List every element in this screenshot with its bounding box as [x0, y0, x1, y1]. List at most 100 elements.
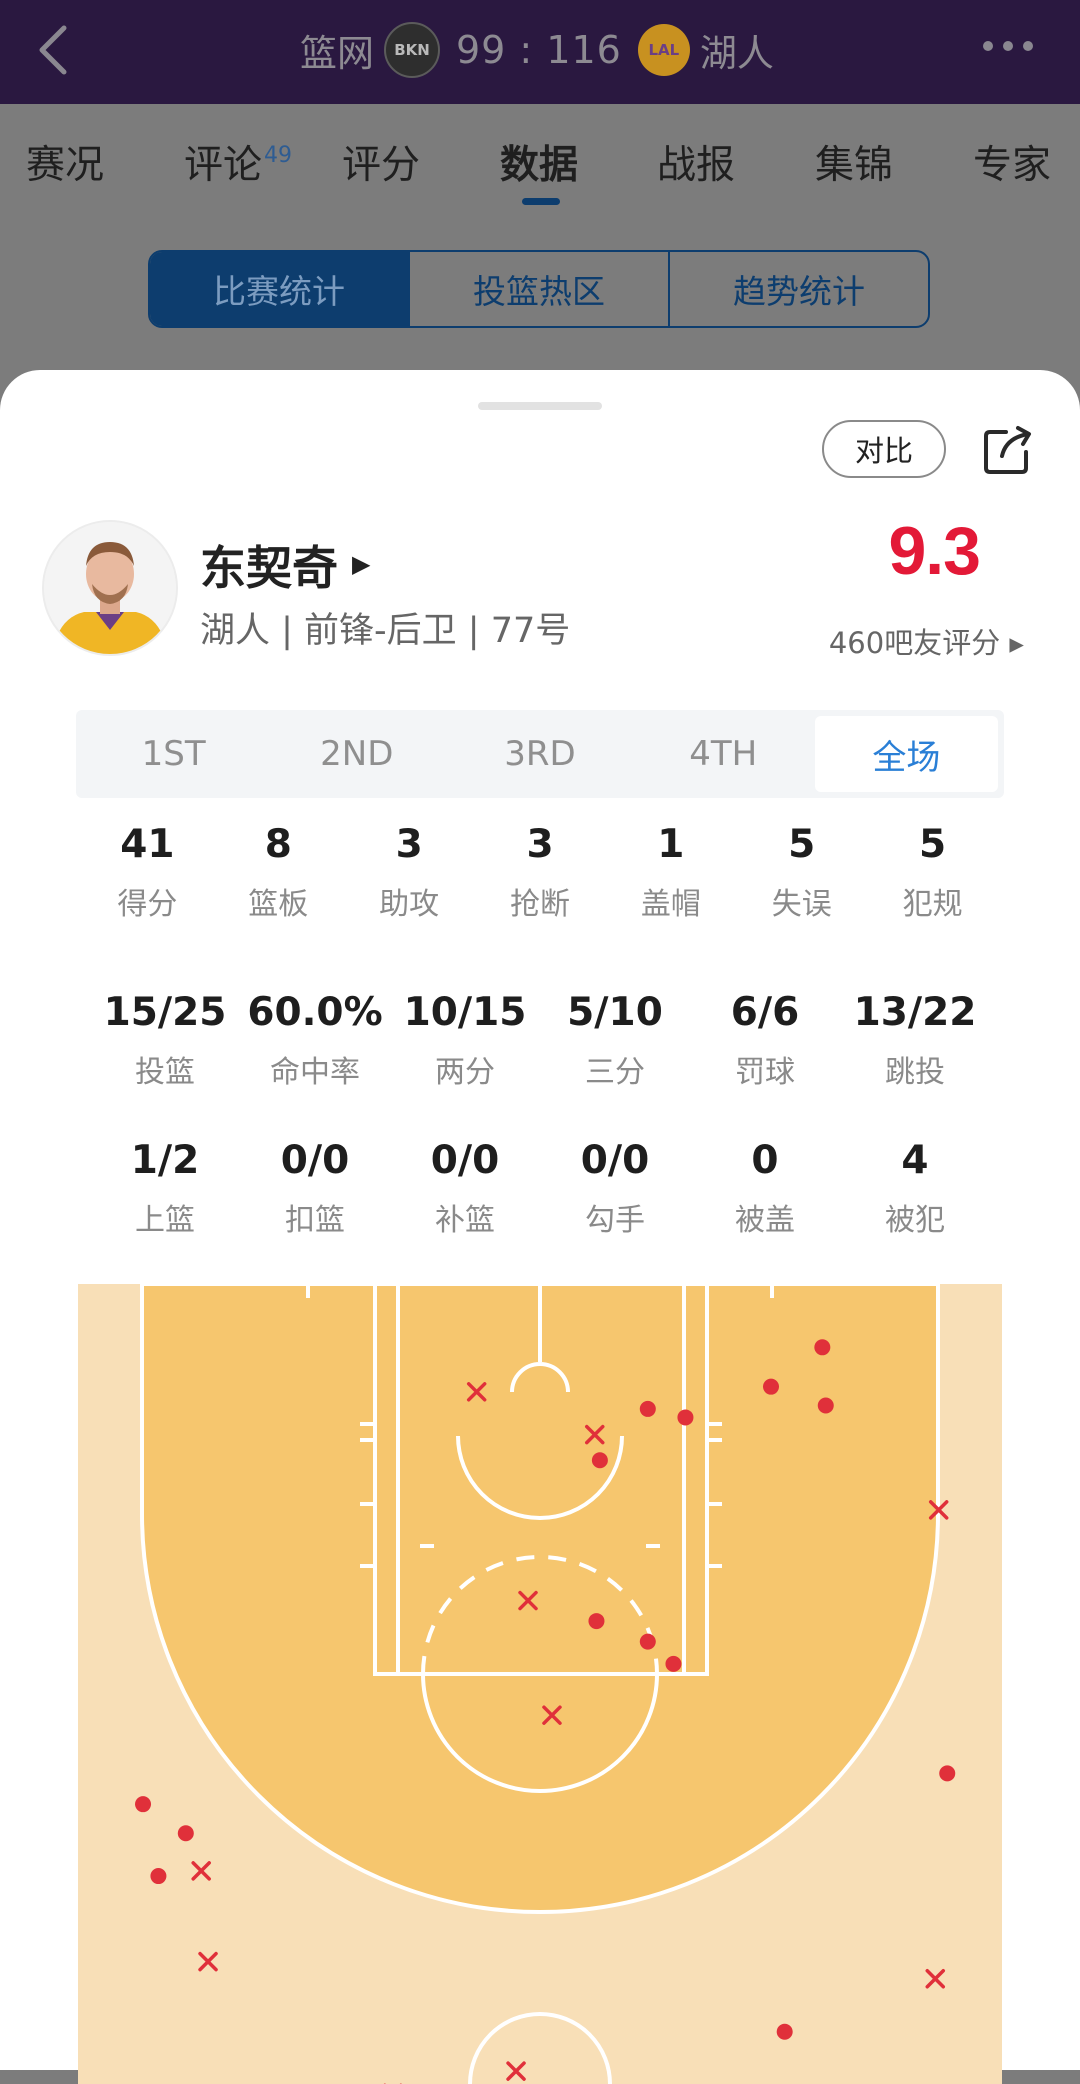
stat-label: 命中率 — [270, 1055, 360, 1090]
compare-button[interactable]: 对比 — [822, 420, 946, 478]
period-4th[interactable]: 4TH — [632, 716, 815, 792]
game-score: 99 : 116 — [456, 28, 622, 72]
stat-label: 罚球 — [735, 1055, 795, 1090]
nets-logo-icon: BKN — [384, 22, 440, 78]
stat-label: 投篮 — [135, 1055, 195, 1090]
stat-value: 1/2 — [130, 1138, 200, 1183]
active-tab-indicator — [522, 198, 560, 205]
segment-shot-zones[interactable]: 投篮热区 — [410, 252, 670, 326]
stat-steals: 3 抢断 — [475, 822, 606, 923]
top-bar: 篮网 BKN 99 : 116 LAL 湖人 — [0, 0, 1080, 104]
made-shot-marker — [588, 1613, 605, 1630]
period-2nd[interactable]: 2ND — [265, 716, 448, 792]
tab-ratings[interactable]: 评分 — [342, 134, 420, 190]
made-shot-marker — [639, 1633, 656, 1650]
made-shot-marker — [665, 1655, 682, 1672]
shot-type-stats-row: 1/2 上篮 0/0 扣篮 0/0 补篮 0/0 勾手 0 被盖 4 被犯 — [90, 1138, 990, 1239]
rating-count-link[interactable]: 460吧友评分 ▸ — [829, 620, 1024, 662]
stat-label: 被盖 — [735, 1203, 795, 1238]
period-full-game[interactable]: 全场 — [814, 716, 999, 792]
basic-stats-row: 41 得分 8 篮板 3 助攻 3 抢断 1 盖帽 5 失误 5 犯规 — [76, 822, 1004, 923]
stat-layups: 1/2 上篮 — [90, 1138, 240, 1239]
stat-label: 两分 — [435, 1055, 495, 1090]
stat-label: 篮板 — [248, 887, 309, 922]
player-detail-sheet: 对比 东契奇 ▶ 湖人 | 前锋-后卫 | 77号 9.3 460吧友评分 ▸ … — [0, 370, 1080, 2084]
stat-label: 得分 — [117, 887, 178, 922]
stat-value: 13/22 — [853, 990, 977, 1035]
main-tabs: 赛况 评论49 评分 数据 战报 集锦 专家 — [0, 104, 1080, 204]
stat-label: 犯规 — [902, 887, 963, 922]
stat-label: 三分 — [585, 1055, 645, 1090]
scoreboard: 篮网 BKN 99 : 116 LAL 湖人 — [300, 20, 774, 80]
made-shot-marker — [776, 2023, 793, 2040]
made-shot-marker — [814, 1339, 831, 1356]
stat-value: 5 — [919, 822, 947, 867]
stat-three-pointers: 5/10 三分 — [540, 990, 690, 1091]
stat-value: 3 — [526, 822, 554, 867]
chevron-left-icon[interactable] — [34, 22, 74, 78]
stat-assists: 3 助攻 — [344, 822, 475, 923]
stat-field-goals: 15/25 投篮 — [90, 990, 240, 1091]
player-rating: 9.3 — [888, 513, 981, 589]
stat-value: 4 — [901, 1138, 929, 1183]
player-info: 湖人 | 前锋-后卫 | 77号 — [200, 611, 571, 651]
made-shot-marker — [677, 1409, 694, 1426]
made-shot-marker — [135, 1796, 152, 1813]
tab-stats[interactable]: 数据 — [500, 134, 578, 190]
stat-hook-shots: 0/0 勾手 — [540, 1138, 690, 1239]
tab-comments[interactable]: 评论49 — [184, 134, 292, 190]
stat-fg-percentage: 60.0% 命中率 — [240, 990, 390, 1091]
stat-dunks: 0/0 扣篮 — [240, 1138, 390, 1239]
stat-value: 10/15 — [403, 990, 527, 1035]
segment-game-stats[interactable]: 比赛统计 — [150, 252, 410, 326]
tab-game[interactable]: 赛况 — [26, 134, 104, 190]
stat-value: 6/6 — [730, 990, 800, 1035]
stat-two-pointers: 10/15 两分 — [390, 990, 540, 1091]
period-selector: 1ST 2ND 3RD 4TH 全场 — [76, 710, 1004, 798]
tab-comments-label: 评论 — [184, 143, 263, 188]
stat-blocks: 1 盖帽 — [605, 822, 736, 923]
comments-count-badge: 49 — [264, 143, 293, 168]
stat-jump-shots: 13/22 跳投 — [840, 990, 990, 1091]
player-portrait-icon — [44, 522, 176, 654]
share-icon[interactable] — [980, 422, 1036, 478]
stat-value: 8 — [264, 822, 292, 867]
period-3rd[interactable]: 3RD — [448, 716, 631, 792]
stat-label: 勾手 — [585, 1203, 645, 1238]
stat-label: 跳投 — [885, 1055, 945, 1090]
tab-experts[interactable]: 专家 — [973, 134, 1051, 190]
stat-value: 15/25 — [103, 990, 227, 1035]
stats-segmented-control: 比赛统计 投篮热区 趋势统计 — [148, 250, 930, 328]
stat-turnovers: 5 失误 — [736, 822, 867, 923]
player-avatar[interactable] — [42, 520, 178, 656]
stat-label: 盖帽 — [640, 887, 701, 922]
shooting-stats-row: 15/25 投篮 60.0% 命中率 10/15 两分 5/10 三分 6/6 罚球 13… — [90, 990, 990, 1091]
stat-label: 失误 — [771, 887, 832, 922]
period-1st[interactable]: 1ST — [82, 716, 265, 792]
made-shot-marker — [591, 1452, 608, 1469]
stat-value: 41 — [120, 822, 175, 867]
stat-fouls: 5 犯规 — [867, 822, 998, 923]
stat-label: 扣篮 — [285, 1203, 345, 1238]
tab-report[interactable]: 战报 — [657, 134, 735, 190]
stat-label: 助攻 — [379, 887, 440, 922]
stat-value: 0/0 — [280, 1138, 350, 1183]
stat-blocked: 0 被盖 — [690, 1138, 840, 1239]
tab-highlights[interactable]: 集锦 — [815, 134, 893, 190]
stat-value: 1 — [657, 822, 685, 867]
ellipsis-icon[interactable] — [980, 38, 1036, 54]
sheet-drag-handle[interactable] — [478, 402, 602, 410]
home-team-name: 篮网 — [300, 32, 374, 75]
made-shot-marker — [639, 1400, 656, 1417]
player-name[interactable]: 东契奇 — [200, 532, 338, 598]
stat-value: 60.0% — [247, 990, 383, 1035]
stat-label: 被犯 — [885, 1203, 945, 1238]
stat-label: 上篮 — [135, 1203, 195, 1238]
caret-right-icon[interactable]: ▶ — [352, 550, 370, 578]
stat-putbacks: 0/0 补篮 — [390, 1138, 540, 1239]
made-shot-marker — [177, 1825, 194, 1842]
stat-value: 0/0 — [430, 1138, 500, 1183]
segment-trend-stats[interactable]: 趋势统计 — [670, 252, 928, 326]
stat-value: 5/10 — [567, 990, 663, 1035]
shot-chart-court — [78, 1284, 1002, 2084]
